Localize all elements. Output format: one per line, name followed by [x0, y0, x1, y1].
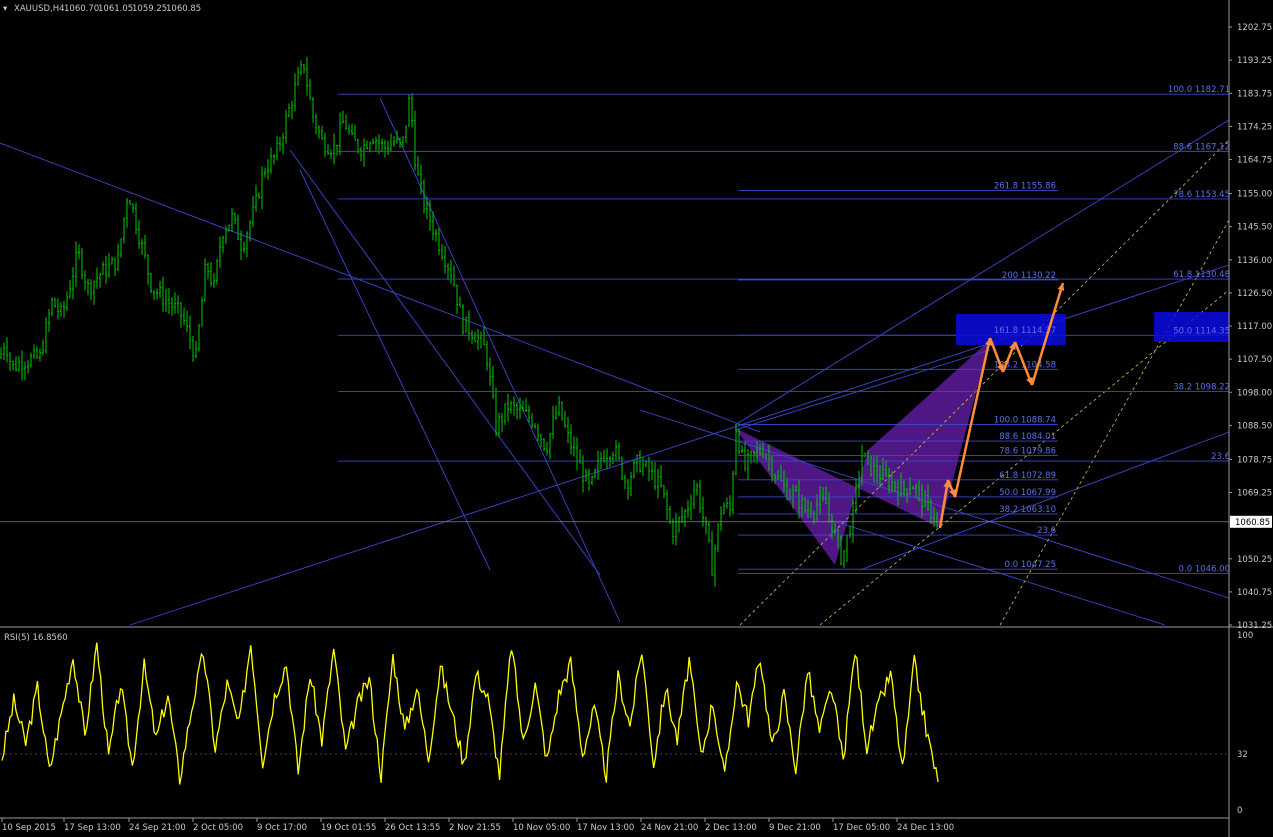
current-price-label: 1060.85	[1235, 518, 1270, 528]
fib-b-label: 50.0 1067.99	[999, 488, 1056, 498]
fib-b-label: 0.0 1047.25	[1005, 560, 1056, 570]
x-tick-label: 2 Oct 05:00	[193, 823, 243, 833]
x-tick-label: 2 Dec 13:00	[705, 823, 757, 833]
x-tick-label: 24 Dec 13:00	[897, 823, 954, 833]
x-tick-label: 17 Sep 13:00	[64, 823, 121, 833]
x-tick-label: 10 Sep 2015	[2, 823, 56, 833]
fib-b-label: 88.6 1084.01	[999, 432, 1056, 442]
y-tick-label: 1126.50	[1237, 289, 1272, 299]
rsi-tick-label: 100	[1237, 631, 1253, 641]
fib-b-label: 78.6 1079.86	[999, 447, 1056, 457]
x-tick-label: 17 Dec 05:00	[833, 823, 890, 833]
rsi-title: RSI(5) 16.8560	[4, 633, 68, 643]
price-chart[interactable]: 100.0 1182.71 88.6 1167.12 78.6 1153.45 61.…	[0, 0, 1273, 837]
fib-a-label: 78.6 1153.45	[1173, 190, 1230, 200]
header-close: 1060.85	[166, 4, 201, 14]
x-tick-label: 24 Sep 21:00	[129, 823, 186, 833]
header-high: 1061.05	[98, 4, 133, 14]
fib-a-label: 38.2 1098.22	[1173, 383, 1230, 393]
chart-background	[0, 0, 1273, 837]
x-tick-label: 24 Nov 21:00	[641, 823, 698, 833]
x-tick-label: 17 Nov 13:00	[577, 823, 634, 833]
header-arrow-icon: ▾	[3, 4, 8, 14]
y-tick-label: 1155.00	[1237, 190, 1272, 200]
y-tick-label: 1050.25	[1237, 555, 1272, 565]
y-tick-label: 1117.00	[1237, 322, 1272, 332]
fib-b-label: 261.8 1155.86	[994, 182, 1056, 192]
y-tick-label: 1107.50	[1237, 355, 1272, 365]
y-tick-label: 1193.25	[1237, 56, 1272, 66]
y-tick-label: 1088.50	[1237, 421, 1272, 431]
header-symbol: XAUUSD,H4	[14, 4, 65, 14]
y-tick-label: 1174.25	[1237, 122, 1272, 132]
fib-b-label: 200 1130.22	[1002, 271, 1056, 281]
y-tick-label: 1145.50	[1237, 223, 1272, 233]
fib-b-label: 23.6	[1037, 526, 1056, 536]
fib-a-label: 23.6	[1211, 452, 1230, 462]
header-low: 1059.25	[132, 4, 167, 14]
y-tick-label: 1164.75	[1237, 156, 1272, 166]
fib-a-label: 100.0 1182.71	[1168, 85, 1230, 95]
y-tick-label: 1183.75	[1237, 89, 1272, 99]
x-tick-label: 9 Dec 21:00	[769, 823, 821, 833]
fib-b-label: 100.0 1088.74	[994, 416, 1056, 426]
rsi-tick-label: 0	[1237, 806, 1242, 816]
fib-a-label: 61.8 1130.48	[1173, 270, 1230, 280]
x-tick-label: 10 Nov 05:00	[513, 823, 570, 833]
x-tick-label: 26 Oct 13:55	[385, 823, 440, 833]
fib-a-label: 88.6 1167.12	[1173, 142, 1230, 152]
y-tick-label: 1078.75	[1237, 455, 1272, 465]
y-tick-label: 1136.00	[1237, 256, 1272, 266]
y-tick-label: 1069.25	[1237, 489, 1272, 499]
fib-b-label: 38.2 1063.10	[999, 505, 1056, 515]
x-tick-label: 9 Oct 17:00	[257, 823, 307, 833]
header-open: 1060.70	[64, 4, 99, 14]
y-tick-label: 1031.25	[1237, 621, 1272, 631]
fib-b-label: 61.8 1072.89	[999, 471, 1056, 481]
fib-a-label: 0.0 1046.00	[1179, 565, 1230, 575]
x-tick-label: 19 Oct 01:55	[321, 823, 376, 833]
x-tick-label: 2 Nov 21:55	[449, 823, 501, 833]
y-tick-label: 1202.75	[1237, 23, 1272, 33]
rsi-tick-label: 32	[1237, 750, 1248, 760]
y-tick-label: 1040.75	[1237, 588, 1272, 598]
zone-label-right: 50.0 1114.35	[1173, 326, 1230, 336]
y-tick-label: 1098.00	[1237, 388, 1272, 398]
